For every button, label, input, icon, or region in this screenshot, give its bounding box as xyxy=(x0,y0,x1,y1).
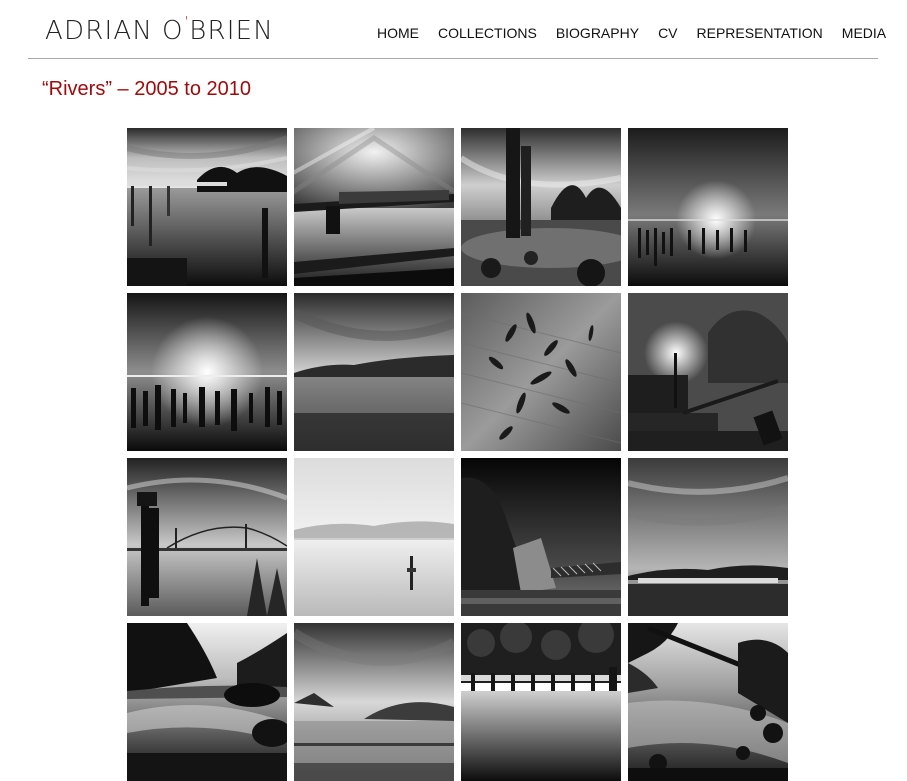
photo-dark-pilings-bright-horizon xyxy=(127,293,287,451)
page-title: “Rivers” – 2005 to 2010 xyxy=(42,78,252,100)
gallery-thumbnail[interactable] xyxy=(127,293,287,451)
logo-last-name: BRIEN xyxy=(189,16,274,46)
photo-gallery xyxy=(127,128,788,781)
gallery-thumbnail[interactable] xyxy=(127,623,287,781)
gallery-thumbnail[interactable] xyxy=(628,293,788,451)
nav-representation[interactable]: REPRESENTATION xyxy=(697,25,823,41)
photo-foggy-dock-lamp xyxy=(628,293,788,451)
site-header: ADRIAN O'BRIEN HOME COLLECTIONS BIOGRAPHY… xyxy=(28,0,886,59)
photo-rock-cliff-rail-bridge xyxy=(461,458,621,616)
gallery-thumbnail[interactable] xyxy=(127,458,287,616)
photo-broken-pilings-shore xyxy=(461,128,621,286)
nav-media[interactable]: MEDIA xyxy=(842,25,886,41)
gallery-thumbnail[interactable] xyxy=(461,293,621,451)
nav-cv[interactable]: CV xyxy=(658,25,677,41)
photo-weir-dam-forest xyxy=(461,623,621,781)
photo-fish-on-wooden-surface xyxy=(461,293,621,451)
photo-misty-treeline-river xyxy=(294,293,454,451)
photo-marker-suspension-bridge xyxy=(127,458,287,616)
photo-forest-river-rocks xyxy=(127,623,287,781)
photo-fallen-tree-rapids xyxy=(628,623,788,781)
logo-apostrophe: ' xyxy=(184,15,189,30)
gallery-thumbnail[interactable] xyxy=(294,623,454,781)
photo-foggy-reeds-white xyxy=(294,458,454,616)
gallery-thumbnail[interactable] xyxy=(628,458,788,616)
gallery-thumbnail[interactable] xyxy=(461,623,621,781)
gallery-thumbnail[interactable] xyxy=(294,293,454,451)
photo-bridge-dock-reflection xyxy=(127,128,287,286)
gallery-thumbnail[interactable] xyxy=(628,128,788,286)
logo-o: O xyxy=(161,16,184,46)
photo-railway-bridge-long-exposure xyxy=(294,128,454,286)
nav-home[interactable]: HOME xyxy=(377,25,419,41)
photo-streaked-sky-low-shore xyxy=(628,458,788,616)
gallery-thumbnail[interactable] xyxy=(461,458,621,616)
site-logo[interactable]: ADRIAN O'BRIEN xyxy=(45,15,274,46)
nav-biography[interactable]: BIOGRAPHY xyxy=(556,25,639,41)
main-nav: HOME COLLECTIONS BIOGRAPHY CV REPRESENTA… xyxy=(377,25,886,41)
logo-first-name: ADRIAN xyxy=(45,16,153,46)
gallery-thumbnail[interactable] xyxy=(294,128,454,286)
gallery-thumbnail[interactable] xyxy=(461,128,621,286)
nav-collections[interactable]: COLLECTIONS xyxy=(438,25,537,41)
gallery-thumbnail[interactable] xyxy=(628,623,788,781)
photo-pilings-glow-horizon xyxy=(628,128,788,286)
gallery-thumbnail[interactable] xyxy=(294,458,454,616)
gallery-thumbnail[interactable] xyxy=(127,128,287,286)
photo-mountain-mist-lake xyxy=(294,623,454,781)
